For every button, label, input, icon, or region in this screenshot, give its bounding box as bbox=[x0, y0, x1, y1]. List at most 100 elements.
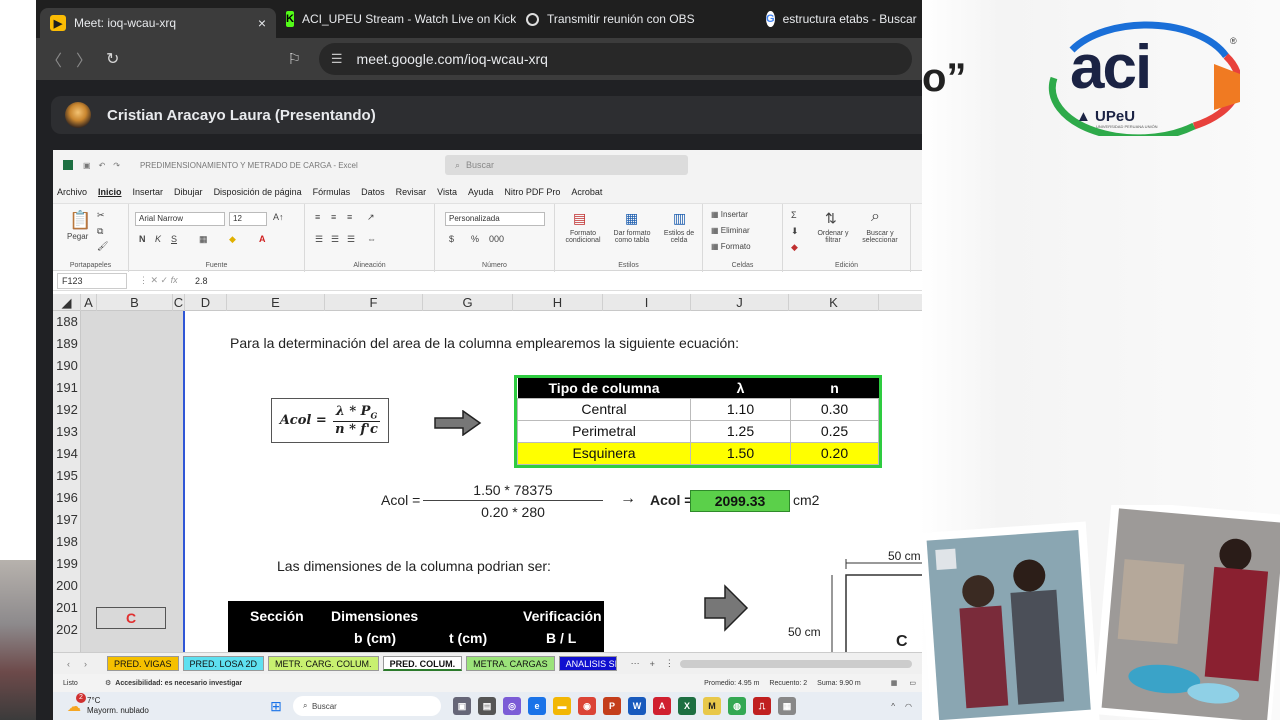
find-select-label[interactable]: Buscar y seleccionar bbox=[857, 230, 903, 244]
taskbar-search[interactable]: ⌕ Buscar bbox=[293, 696, 441, 716]
col-header-e[interactable]: E bbox=[227, 294, 325, 311]
cell-tipo[interactable]: Central bbox=[517, 397, 691, 421]
back-icon[interactable]: 〈 bbox=[46, 47, 62, 71]
fill-color-icon[interactable]: ◆ bbox=[229, 234, 236, 245]
next-sheet-icon[interactable]: › bbox=[84, 659, 87, 669]
clear-icon[interactable]: ◆ bbox=[791, 242, 798, 253]
result-cell[interactable]: 2099.33 bbox=[690, 490, 790, 512]
delete-cells-button[interactable]: ▦ Eliminar bbox=[711, 226, 750, 235]
excel-search-box[interactable]: ⌕ Buscar bbox=[445, 155, 688, 175]
sort-filter-icon[interactable]: ⇅ bbox=[825, 210, 837, 227]
powerpoint-icon[interactable]: P bbox=[603, 697, 621, 715]
word-icon[interactable]: W bbox=[628, 697, 646, 715]
col-header-a[interactable]: A bbox=[81, 294, 97, 311]
add-sheet-icon[interactable]: + bbox=[650, 659, 655, 669]
row-header[interactable]: 193 bbox=[53, 421, 81, 443]
col-header-k[interactable]: K bbox=[789, 294, 879, 311]
col-header-i[interactable]: I bbox=[603, 294, 691, 311]
menu-vista[interactable]: Vista bbox=[437, 187, 457, 197]
windows-start-icon[interactable]: ⊞ bbox=[267, 697, 285, 715]
tab-google-search[interactable]: G estructura etabs - Buscar bbox=[756, 4, 922, 34]
name-box[interactable]: F123 bbox=[57, 272, 127, 289]
horizontal-scrollbar[interactable] bbox=[679, 659, 912, 668]
undo-icon[interactable]: ↶ bbox=[99, 161, 106, 170]
italic-icon[interactable]: K bbox=[155, 234, 161, 244]
menu-datos[interactable]: Datos bbox=[361, 187, 385, 197]
menu-dibujar[interactable]: Dibujar bbox=[174, 187, 203, 197]
select-all-corner[interactable]: ◢ bbox=[53, 294, 81, 311]
cell-styles-icon[interactable]: ▥ bbox=[673, 210, 686, 227]
red-cell-value[interactable]: C bbox=[96, 607, 166, 629]
row-header[interactable]: 201 bbox=[53, 597, 81, 619]
col-header-b[interactable]: B bbox=[97, 294, 173, 311]
normal-view-icon[interactable]: ▦ bbox=[891, 679, 898, 687]
excel-icon[interactable]: X bbox=[678, 697, 696, 715]
app-m-icon[interactable]: M bbox=[703, 697, 721, 715]
borders-icon[interactable]: ▦ bbox=[199, 234, 208, 245]
paste-icon[interactable]: 📋 bbox=[69, 210, 91, 231]
sheet-tab[interactable]: METRA. CARGAS bbox=[466, 656, 555, 671]
orientation-icon[interactable]: ↗ bbox=[367, 212, 375, 223]
acrobat-icon[interactable]: A bbox=[653, 697, 671, 715]
site-info-icon[interactable]: ☰ bbox=[331, 51, 343, 67]
tab-kick[interactable]: K ACI_UPEU Stream - Watch Live on Kick bbox=[276, 4, 516, 34]
col-header-g[interactable]: G bbox=[423, 294, 513, 311]
copilot-icon[interactable]: ◎ bbox=[503, 697, 521, 715]
redo-icon[interactable]: ↷ bbox=[113, 161, 120, 170]
row-header[interactable]: 199 bbox=[53, 553, 81, 575]
number-format-select[interactable]: Personalizada bbox=[445, 212, 545, 226]
row-header[interactable]: 197 bbox=[53, 509, 81, 531]
cell-lambda[interactable]: 1.25 bbox=[690, 419, 791, 443]
currency-icon[interactable]: $ bbox=[449, 234, 454, 244]
tab-meet[interactable]: ▶ Meet: ioq-wcau-xrq × bbox=[40, 8, 276, 38]
weather-widget[interactable]: 7°C Mayorm. nublado bbox=[87, 696, 177, 716]
pdf-icon[interactable]: ⎍ bbox=[753, 697, 771, 715]
row-header[interactable]: 195 bbox=[53, 465, 81, 487]
sort-filter-label[interactable]: Ordenar y filtrar bbox=[813, 230, 853, 244]
align-center-icon[interactable]: ☰ bbox=[331, 234, 339, 245]
col-header-j[interactable]: J bbox=[691, 294, 789, 311]
format-table-label[interactable]: Dar formato como tabla bbox=[609, 230, 655, 244]
system-tray-chevron-icon[interactable]: ^ bbox=[891, 702, 895, 711]
bookmark-icon[interactable]: ⚐ bbox=[287, 50, 300, 68]
menu-nitro[interactable]: Nitro PDF Pro bbox=[504, 187, 560, 197]
row-header[interactable]: 190 bbox=[53, 355, 81, 377]
sheet-menu-icon[interactable]: ⋮ bbox=[665, 658, 674, 669]
menu-acrobat[interactable]: Acrobat bbox=[571, 187, 602, 197]
col-header-h[interactable]: H bbox=[513, 294, 603, 311]
find-icon[interactable]: ⌕ bbox=[871, 208, 880, 226]
cell-tipo[interactable]: Esquinera bbox=[517, 441, 691, 465]
format-cells-button[interactable]: ▦ Formato bbox=[711, 242, 751, 251]
row-header[interactable]: 202 bbox=[53, 619, 81, 641]
menu-ayuda[interactable]: Ayuda bbox=[468, 187, 493, 197]
cell-n[interactable]: 0.20 bbox=[790, 441, 879, 465]
more-sheets-icon[interactable]: ⋯ bbox=[631, 658, 640, 669]
align-middle-icon[interactable]: ≡ bbox=[331, 212, 336, 222]
cell-lambda[interactable]: 1.50 bbox=[690, 441, 791, 465]
row-header[interactable]: 191 bbox=[53, 377, 81, 399]
font-name-select[interactable]: Arial Narrow bbox=[135, 212, 225, 226]
row-header[interactable]: 200 bbox=[53, 575, 81, 597]
align-left-icon[interactable]: ☰ bbox=[315, 234, 323, 245]
merge-icon[interactable]: ⇔ bbox=[367, 234, 376, 244]
widget-icon[interactable]: ▤ bbox=[478, 697, 496, 715]
address-bar[interactable]: ☰ meet.google.com/ioq-wcau-xrq bbox=[318, 43, 912, 75]
font-size-select[interactable]: 12 bbox=[229, 212, 267, 226]
thousands-icon[interactable]: 000 bbox=[489, 234, 504, 244]
insert-cells-button[interactable]: ▦ Insertar bbox=[711, 210, 748, 219]
format-painter-icon[interactable]: 🖌 bbox=[97, 241, 108, 252]
cell-styles-label[interactable]: Estilos de celda bbox=[659, 230, 699, 244]
cell-n[interactable]: 0.30 bbox=[790, 397, 879, 421]
underline-icon[interactable]: S bbox=[171, 234, 177, 244]
grow-font-icon[interactable]: A↑ bbox=[273, 212, 284, 222]
formula-input[interactable]: 2.8 bbox=[179, 276, 208, 286]
fill-icon[interactable]: ⬇ bbox=[791, 226, 799, 237]
wifi-icon[interactable]: ◠ bbox=[905, 702, 912, 711]
task-view-icon[interactable]: ▣ bbox=[453, 697, 471, 715]
align-right-icon[interactable]: ☰ bbox=[347, 234, 355, 245]
menu-revisar[interactable]: Revisar bbox=[396, 187, 427, 197]
forward-icon[interactable]: 〉 bbox=[76, 47, 92, 71]
row-header[interactable]: 188 bbox=[53, 311, 81, 333]
reload-icon[interactable]: ↻ bbox=[106, 49, 119, 69]
row-header[interactable]: 189 bbox=[53, 333, 81, 355]
